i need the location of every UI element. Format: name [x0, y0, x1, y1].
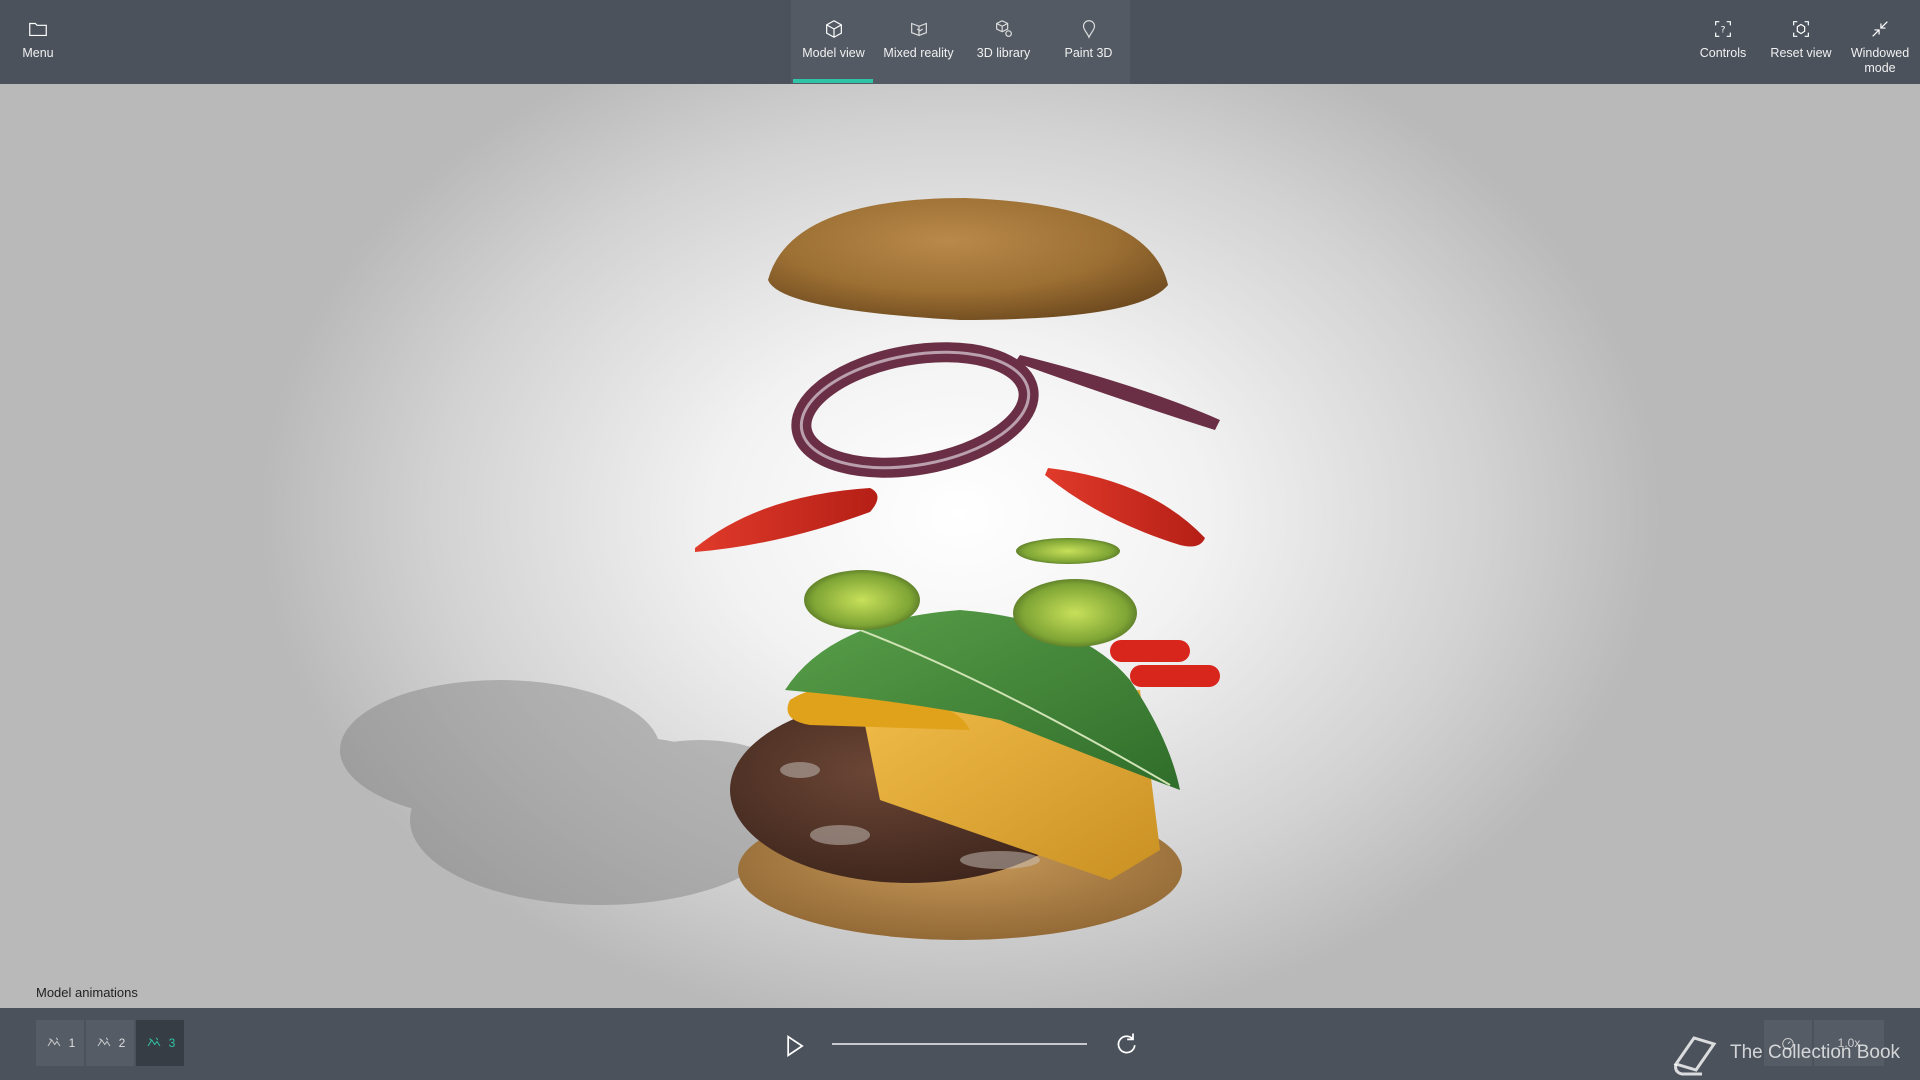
top-bun [768, 198, 1168, 320]
onion-ring-slice [1015, 355, 1220, 430]
animation-number: 2 [118, 1036, 126, 1050]
animation-button-2[interactable]: 2 [86, 1020, 134, 1066]
tab-model-view[interactable]: Model view [791, 0, 876, 84]
model-viewport[interactable] [0, 84, 1920, 1008]
animation-number: 1 [68, 1036, 76, 1050]
tab-label: 3D library [976, 46, 1031, 60]
pickle-slice [1016, 538, 1120, 564]
tab-label: Paint 3D [1064, 46, 1113, 60]
animation-icon [147, 1037, 161, 1047]
folder-icon [29, 22, 47, 37]
pickle-slice [1013, 579, 1137, 647]
active-tab-indicator [793, 79, 873, 83]
model-shadow [340, 680, 790, 905]
watermark: The Collection Book [1668, 1030, 1900, 1076]
controls-label: Controls [1699, 46, 1747, 60]
replay-icon[interactable] [1112, 1030, 1140, 1058]
animation-icon [97, 1037, 111, 1047]
book-icon [1673, 1036, 1717, 1076]
watermark-text: The Collection Book [1730, 1042, 1901, 1063]
tomato-slice [1045, 468, 1205, 547]
burger-model[interactable] [0, 84, 1920, 1008]
menu-label: Menu [22, 46, 54, 60]
exit-fullscreen-icon [1872, 21, 1888, 37]
windowed-mode-label: Windowed mode [1850, 46, 1910, 75]
tab-label: Model view [802, 46, 865, 60]
animation-button-3[interactable]: 3 [136, 1020, 184, 1066]
animation-icon [47, 1037, 61, 1047]
onion-ring [791, 342, 1039, 478]
animation-timeline[interactable] [832, 1043, 1087, 1045]
tab-label: Mixed reality [883, 46, 954, 60]
mode-tabs: Model view Mixed reality 3D library Pain… [791, 0, 1130, 84]
tab-3d-library[interactable]: 3D library [961, 0, 1046, 84]
pickle-slice [804, 570, 920, 630]
svg-text:?: ? [1721, 25, 1726, 36]
controls-button[interactable]: ? Controls [1692, 0, 1754, 84]
tab-paint-3d[interactable]: Paint 3D [1046, 0, 1131, 84]
tomato-slice [695, 488, 878, 552]
reset-view-label: Reset view [1770, 46, 1832, 60]
controls-icon: ? [1715, 21, 1731, 37]
reset-view-button[interactable]: Reset view [1768, 0, 1834, 84]
reset-view-icon [1793, 21, 1809, 37]
animation-number: 3 [168, 1036, 176, 1050]
mixed-reality-icon [910, 22, 927, 37]
model-animations-label: Model animations [36, 985, 138, 1000]
windowed-mode-button[interactable]: Windowed mode [1846, 0, 1914, 84]
top-app-bar: Menu Model view Mixed reality 3D library [0, 0, 1920, 84]
cube-icon [825, 20, 842, 38]
paint3d-icon [1082, 20, 1095, 39]
play-icon[interactable] [780, 1032, 808, 1060]
library-icon [995, 20, 1012, 37]
tab-mixed-reality[interactable]: Mixed reality [876, 0, 961, 84]
animation-button-1[interactable]: 1 [36, 1020, 84, 1066]
menu-button[interactable]: Menu [10, 0, 66, 84]
